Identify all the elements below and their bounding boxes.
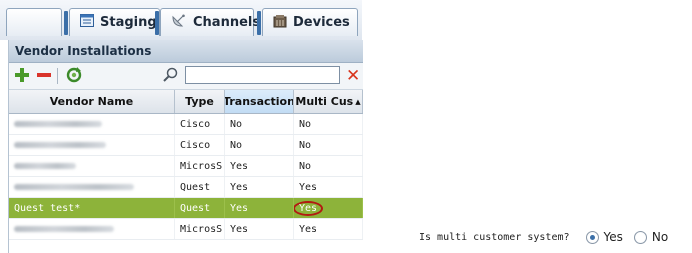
minus-icon [37, 68, 51, 85]
column-header-multi-customer[interactable]: Multi Cus ▲ [294, 90, 363, 113]
radio-option-no[interactable]: No [633, 230, 669, 244]
cell-transaction: Yes [225, 177, 294, 197]
cell-transaction: No [225, 135, 294, 155]
refresh-button[interactable] [65, 66, 83, 86]
cell-vendor-name [9, 114, 175, 134]
table-row[interactable]: Cisco No No [9, 114, 363, 135]
table-row-selected[interactable]: Quest test* Quest Yes Yes [9, 198, 363, 219]
column-header-vendor-name[interactable]: Vendor Name [9, 90, 175, 113]
redacted-text [14, 163, 76, 169]
devices-icon [273, 14, 287, 32]
search-input[interactable] [185, 66, 340, 84]
tab-label: Devices [293, 15, 350, 30]
tab-staging[interactable]: Staging [64, 8, 160, 36]
remove-button[interactable] [35, 67, 53, 85]
tab-devices[interactable]: Devices [257, 8, 358, 36]
cell-vendor-name [9, 177, 175, 197]
redacted-text [14, 226, 114, 232]
cell-vendor-name: Quest test* [9, 198, 175, 218]
cell-type: Cisco [175, 114, 225, 134]
plus-icon [15, 67, 29, 85]
highlight-circle: Yes [294, 200, 324, 216]
tab-label: Staging [100, 15, 157, 30]
cell-multi-customer: Yes [294, 177, 363, 197]
radio-yes[interactable] [585, 230, 599, 244]
table-row[interactable]: Quest Yes Yes [9, 177, 363, 198]
search-icon [162, 67, 180, 85]
cell-multi-customer: Yes [294, 219, 363, 239]
multi-customer-question: Is multi customer system? Yes No [419, 227, 679, 247]
cell-multi-customer: No [294, 156, 363, 176]
table-row[interactable]: Cisco No No [9, 135, 363, 156]
table-row[interactable]: MicrosS Yes No [9, 156, 363, 177]
refresh-icon [66, 66, 82, 86]
cell-transaction: Yes [225, 198, 294, 218]
panel-title: Vendor Installations [9, 40, 363, 63]
radio-option-yes[interactable]: Yes [585, 230, 623, 244]
cell-multi-customer: No [294, 135, 363, 155]
panel-toolbar: ✕ [9, 63, 363, 90]
cell-type: Quest [175, 177, 225, 197]
cell-transaction: Yes [225, 219, 294, 239]
satellite-dish-icon [171, 14, 187, 32]
column-header-type[interactable]: Type [175, 90, 225, 113]
toolbar-divider [57, 68, 58, 84]
cell-type: Cisco [175, 135, 225, 155]
cell-multi-customer: Yes [294, 198, 363, 218]
tab-blank[interactable] [6, 8, 62, 36]
column-header-label: Multi Cus [295, 95, 354, 108]
redacted-text [14, 184, 134, 190]
tab-label: Channels [193, 15, 261, 30]
cell-transaction: Yes [225, 156, 294, 176]
cell-vendor-name [9, 156, 175, 176]
staging-icon [80, 14, 94, 31]
cell-type: MicrosS [175, 219, 225, 239]
cell-transaction: No [225, 114, 294, 134]
tab-channels[interactable]: Channels [155, 8, 260, 36]
add-button[interactable] [13, 67, 31, 85]
cell-vendor-name [9, 219, 175, 239]
radio-no[interactable] [633, 230, 647, 244]
cell-type: Quest [175, 198, 225, 218]
question-label: Is multi customer system? [419, 231, 570, 243]
cell-vendor-name [9, 135, 175, 155]
cell-type: MicrosS [175, 156, 225, 176]
grid-header: Vendor Name Type Transaction Multi Cus ▲ [9, 90, 363, 114]
redacted-text [14, 142, 106, 148]
clear-search-icon[interactable]: ✕ [346, 67, 362, 85]
redacted-text [14, 121, 102, 127]
vendor-installations-panel: Vendor Installations ✕ Vendor Name Type … [8, 40, 363, 253]
column-header-transaction[interactable]: Transaction [225, 90, 294, 113]
vendor-grid: Vendor Name Type Transaction Multi Cus ▲… [9, 90, 363, 240]
tab-bar: Staging Channels Devices [0, 0, 362, 40]
radio-label-yes: Yes [603, 230, 623, 244]
radio-label-no: No [651, 230, 669, 244]
table-row[interactable]: MicrosS Yes Yes [9, 219, 363, 240]
cell-multi-customer: No [294, 114, 363, 134]
sort-ascending-icon: ▲ [355, 97, 361, 106]
